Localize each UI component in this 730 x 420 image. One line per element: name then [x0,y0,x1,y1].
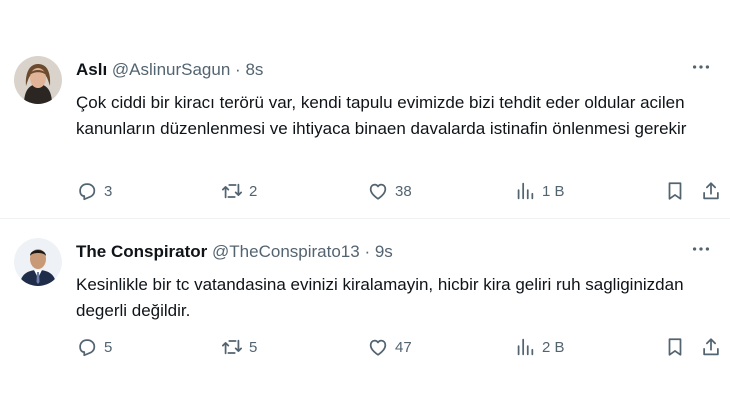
avatar[interactable] [14,238,62,286]
views-icon [517,182,534,200]
like-count: 38 [395,182,412,200]
bookmark-button[interactable] [664,334,686,360]
like-icon [369,183,387,200]
timestamp[interactable]: 9s [375,242,393,261]
more-icon[interactable] [690,56,712,78]
views-count: 2 B [542,338,565,356]
views-count: 1 B [542,182,565,200]
tweet-actions: 5 5 47 2 B [76,334,719,360]
share-icon [703,338,719,356]
tweet-header: The Conspirator @TheConspirato13 · 9s [76,242,393,262]
reply-button[interactable]: 3 [76,178,112,204]
reply-icon [79,183,96,201]
timestamp[interactable]: 8s [245,60,263,79]
tweet-text: Kesinlikle bir tc vatandasina evinizi ki… [76,275,684,320]
reply-count: 5 [104,338,113,356]
author-name[interactable]: Aslı [76,60,107,79]
share-button[interactable] [700,178,722,204]
retweet-count: 5 [249,338,258,356]
like-button[interactable]: 38 [367,178,412,204]
tweet[interactable]: The Conspirator @TheConspirato13 · 9s Ke… [0,222,730,402]
retweet-icon [221,339,243,355]
author-handle[interactable]: @AslinurSagun [112,60,230,79]
share-icon [703,182,719,200]
share-button[interactable] [700,334,722,360]
separator-dot: · [235,60,241,79]
like-count: 47 [395,338,412,356]
bookmark-button[interactable] [664,178,686,204]
divider [0,218,730,219]
reply-icon [79,339,96,357]
like-button[interactable]: 47 [367,334,412,360]
bookmark-icon [668,338,682,356]
bookmark-icon [668,182,682,200]
tweet-actions: 3 2 38 1 B [76,178,719,204]
like-icon [369,339,387,356]
author-handle[interactable]: @TheConspirato13 [212,242,360,261]
views-button[interactable]: 1 B [514,178,565,204]
retweet-icon [221,183,243,199]
tweet[interactable]: Aslı @AslinurSagun · 8s Çok ciddi bir ki… [0,40,730,220]
views-button[interactable]: 2 B [514,334,565,360]
reply-count: 3 [104,182,113,200]
author-name[interactable]: The Conspirator [76,242,207,261]
more-icon[interactable] [690,238,712,260]
reply-button[interactable]: 5 [76,334,112,360]
retweet-button[interactable]: 2 [221,178,257,204]
separator-dot: · [364,242,371,261]
avatar[interactable] [14,56,62,104]
tweet-header: Aslı @AslinurSagun · 8s [76,60,263,80]
views-icon [517,338,534,356]
tweet-text: Çok ciddi bir kiracı terörü var, kendi t… [76,93,687,138]
retweet-button[interactable]: 5 [221,334,257,360]
retweet-count: 2 [249,182,258,200]
